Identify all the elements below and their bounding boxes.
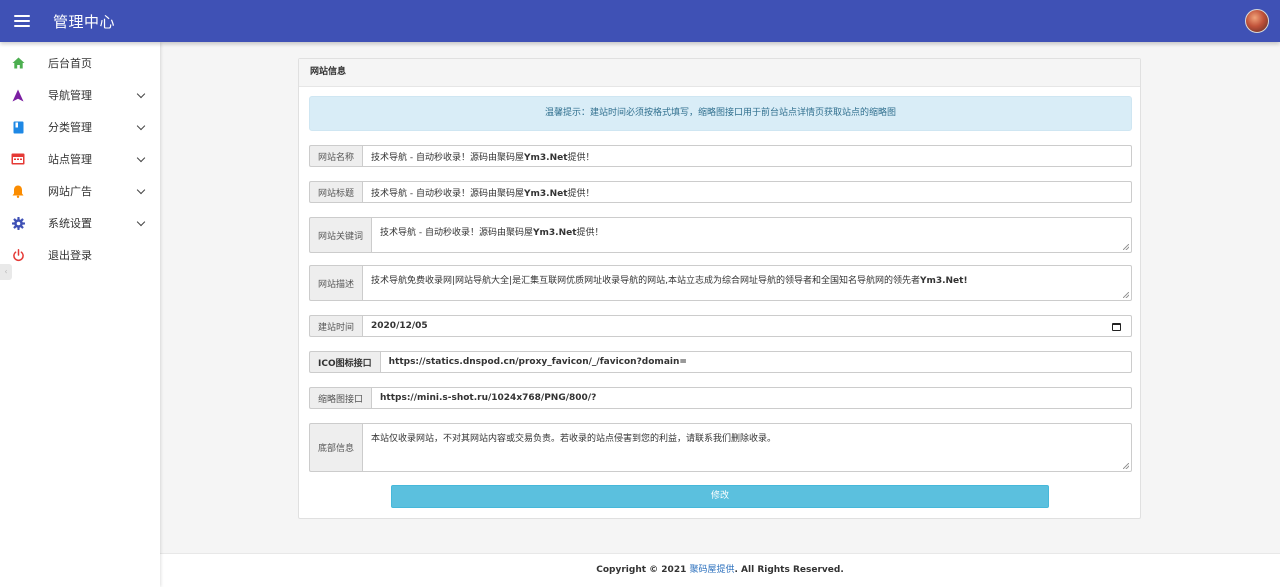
panel-title: 网站信息 (299, 59, 1140, 87)
chevron-down-icon[interactable] (136, 185, 146, 195)
power-icon (11, 248, 25, 262)
gear-icon (11, 216, 25, 230)
hamburger-menu-icon[interactable] (14, 15, 30, 27)
bell-icon (11, 184, 25, 198)
keywords-row: 网站关键词 技术导航 - 自动秒收录！源码由聚码屋Ym3.Net提供！ (309, 217, 1132, 253)
resize-grip-icon[interactable] (1123, 463, 1129, 469)
ico-api-row: ICO图标接口 https://statics.dnspod.cn/proxy_… (309, 351, 1132, 373)
build-date-input[interactable]: 2020/12/05 (362, 315, 1132, 337)
app-title: 管理中心 (53, 12, 116, 31)
ico-api-input[interactable]: https://statics.dnspod.cn/proxy_favicon/… (379, 351, 1132, 373)
resize-grip-icon[interactable] (1123, 292, 1129, 298)
chevron-down-icon[interactable] (136, 217, 146, 227)
page-footer: Copyright © 2021 聚码屋提供. All Rights Reser… (160, 553, 1280, 587)
footer-info-row: 底部信息 本站仅收录网站，不对其网站内容或交易负责。若收录的站点侵害到您的利益，… (309, 423, 1132, 472)
calendar-window-icon (11, 152, 25, 166)
sidebar-item-navigation[interactable]: 导航管理 (0, 79, 160, 111)
sidebar-item-settings[interactable]: 系统设置 (0, 207, 160, 239)
submit-button[interactable]: 修改 (391, 485, 1049, 508)
site-info-panel: 网站信息 温馨提示：建站时间必须按格式填写，缩略图接口用于前台站点详情页获取站点… (298, 58, 1141, 519)
chevron-down-icon[interactable] (136, 121, 146, 131)
footer-info-textarea[interactable]: 本站仅收录网站，不对其网站内容或交易负责。若收录的站点侵害到您的利益，请联系我们… (362, 423, 1132, 472)
sidebar-item-categories[interactable]: 分类管理 (0, 111, 160, 143)
thumb-api-label: 缩略图接口 (309, 387, 372, 409)
sidebar-item-dashboard[interactable]: 后台首页 (0, 47, 160, 79)
resize-grip-icon[interactable] (1123, 244, 1129, 250)
build-date-label: 建站时间 (309, 315, 363, 337)
thumb-api-input[interactable]: https://mini.s-shot.ru/1024x768/PNG/800/… (371, 387, 1132, 409)
site-title-row: 网站标题 技术导航 - 自动秒收录！源码由聚码屋Ym3.Net提供！ (309, 181, 1132, 203)
ico-api-label: ICO图标接口 (309, 351, 380, 373)
description-row: 网站描述 技术导航免费收录网|网站导航大全|是汇集互联网优质网址收录导航的网站,… (309, 265, 1132, 301)
navigation-arrow-icon (11, 88, 25, 102)
site-title-input[interactable]: 技术导航 - 自动秒收录！源码由聚码屋Ym3.Net提供！ (362, 181, 1132, 203)
build-date-value: 2020/12/05 (371, 321, 428, 331)
book-icon (11, 120, 25, 134)
sidebar: 后台首页 导航管理 分类管理 站点管理 网站广告 系统设置 退出登录 ‹ (0, 42, 160, 587)
footer-rights: . All Rights Reserved. (734, 565, 844, 575)
sidebar-item-label: 分类管理 (48, 121, 92, 134)
site-title-text: 技术导航 - 自动秒收录！源码由聚码屋Ym3.Net提供！ (371, 188, 595, 199)
footer-info-label: 底部信息 (309, 423, 363, 472)
footer-info-value: 本站仅收录网站，不对其网站内容或交易负责。若收录的站点侵害到您的利益，请联系我们… (371, 434, 777, 444)
sidebar-item-label: 站点管理 (48, 153, 92, 166)
chevron-down-icon[interactable] (136, 89, 146, 99)
site-name-label: 网站名称 (309, 145, 363, 167)
sidebar-item-sites[interactable]: 站点管理 (0, 143, 160, 175)
sidebar-item-logout[interactable]: 退出登录 (0, 239, 160, 271)
user-avatar[interactable] (1245, 9, 1269, 33)
sidebar-collapse-handle[interactable]: ‹ (0, 264, 12, 280)
ico-api-value: https://statics.dnspod.cn/proxy_favicon/… (388, 357, 687, 367)
sidebar-item-label: 系统设置 (48, 217, 92, 230)
build-date-row: 建站时间 2020/12/05 (309, 315, 1132, 337)
description-text: 技术导航免费收录网|网站导航大全|是汇集互联网优质网址收录导航的网站,本站立志成… (371, 276, 968, 286)
site-name-input[interactable]: 技术导航 - 自动秒收录！源码由聚码屋Ym3.Net提供！ (362, 145, 1132, 167)
chevron-down-icon[interactable] (136, 153, 146, 163)
sidebar-item-label: 网站广告 (48, 185, 92, 198)
notice-alert: 温馨提示：建站时间必须按格式填写，缩略图接口用于前台站点详情页获取站点的缩略图 (309, 96, 1132, 131)
keywords-textarea[interactable]: 技术导航 - 自动秒收录！源码由聚码屋Ym3.Net提供！ (371, 217, 1132, 253)
description-textarea[interactable]: 技术导航免费收录网|网站导航大全|是汇集互联网优质网址收录导航的网站,本站立志成… (362, 265, 1132, 301)
sidebar-item-label: 导航管理 (48, 89, 92, 102)
sidebar-item-label: 后台首页 (48, 57, 92, 70)
description-label: 网站描述 (309, 265, 363, 301)
site-name-row: 网站名称 技术导航 - 自动秒收录！源码由聚码屋Ym3.Net提供！ (309, 145, 1132, 167)
keywords-text: 技术导航 - 自动秒收录！源码由聚码屋Ym3.Net提供！ (380, 228, 604, 238)
footer-copyright: Copyright © 2021 (596, 565, 690, 575)
sidebar-item-label: 退出登录 (48, 249, 92, 262)
calendar-icon[interactable] (1112, 323, 1121, 331)
site-title-label: 网站标题 (309, 181, 363, 203)
keywords-label: 网站关键词 (309, 217, 372, 253)
footer-link[interactable]: 聚码屋提供 (689, 565, 734, 575)
top-app-bar: 管理中心 (0, 0, 1280, 42)
home-icon (11, 56, 25, 70)
sidebar-item-ads[interactable]: 网站广告 (0, 175, 160, 207)
thumb-api-value: https://mini.s-shot.ru/1024x768/PNG/800/… (380, 393, 597, 403)
site-name-text: 技术导航 - 自动秒收录！源码由聚码屋Ym3.Net提供！ (371, 152, 595, 163)
thumb-api-row: 缩略图接口 https://mini.s-shot.ru/1024x768/PN… (309, 387, 1132, 409)
